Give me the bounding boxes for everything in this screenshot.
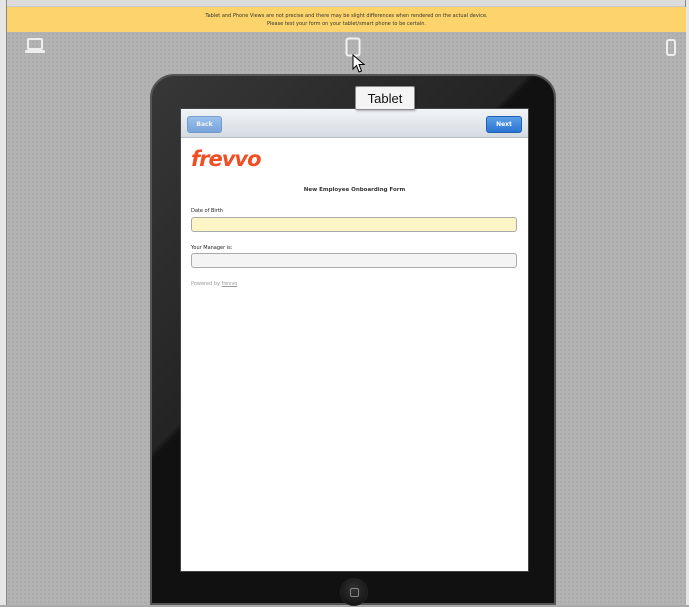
next-button[interactable]: Next <box>486 116 522 133</box>
view-tooltip: Tablet <box>355 86 415 110</box>
form-screen: Back Next frevvo New Employee Onboarding… <box>180 108 529 572</box>
laptop-icon[interactable] <box>24 38 46 58</box>
banner-line-1: Tablet and Phone Views are not precise a… <box>205 12 488 19</box>
back-button[interactable]: Back <box>187 116 222 133</box>
date-of-birth-label: Date of Birth <box>191 208 223 214</box>
form-navigation-bar: Back Next <box>181 109 528 138</box>
banner-line-2: Please test your form on your tablet/sma… <box>267 20 426 27</box>
powered-by-link[interactable]: frevvo <box>222 281 238 287</box>
frevvo-logo: frevvo <box>191 147 262 171</box>
powered-by-text: Powered by <box>191 281 220 287</box>
window-left-edge <box>0 0 7 605</box>
manager-label: Your Manager is: <box>191 245 233 251</box>
form-title: New Employee Onboarding Form <box>303 187 406 193</box>
manager-field[interactable] <box>191 253 517 268</box>
window-top-edge <box>0 0 689 7</box>
date-of-birth-field[interactable] <box>191 217 517 232</box>
phone-icon[interactable] <box>666 39 676 60</box>
powered-by-footer: Powered by frevvo <box>191 281 237 287</box>
home-button-icon <box>340 578 368 606</box>
preview-warning-banner: Tablet and Phone Views are not precise a… <box>7 7 686 32</box>
